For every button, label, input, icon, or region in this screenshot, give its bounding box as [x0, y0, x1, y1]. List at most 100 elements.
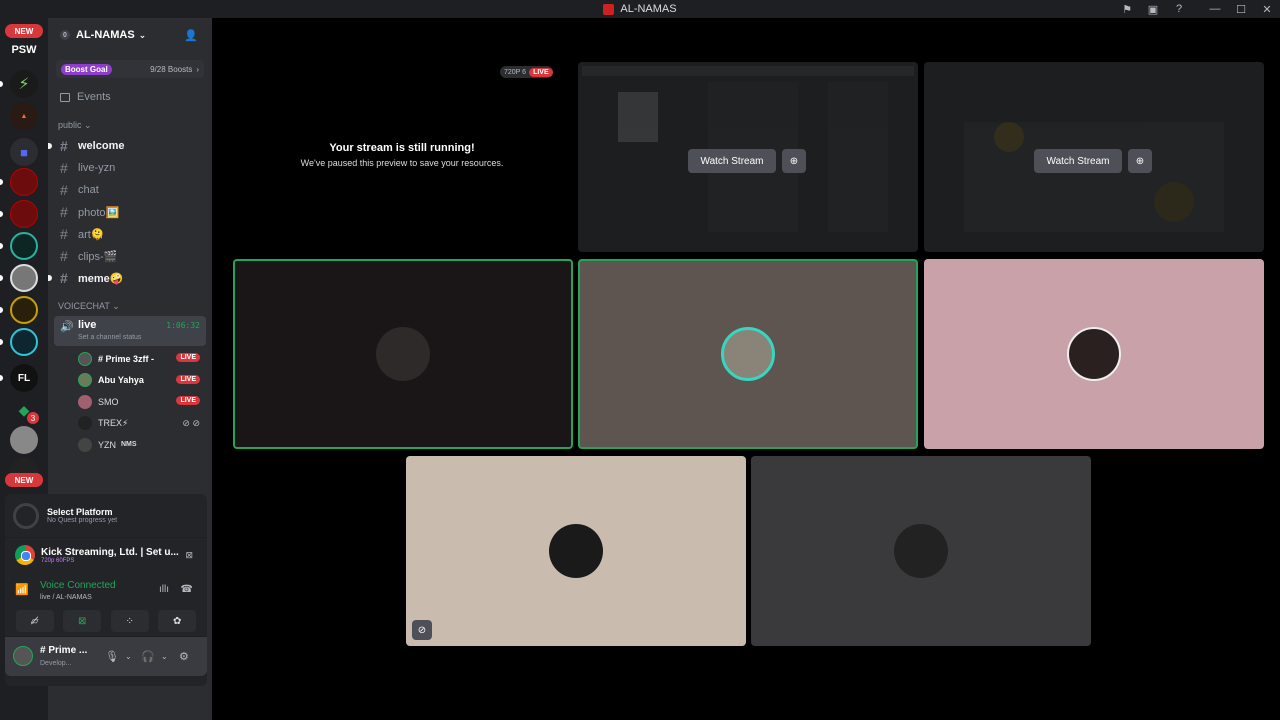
channel-clips[interactable]: # clips-🎬	[54, 245, 206, 267]
server-icon[interactable]	[10, 426, 38, 454]
watch-stream-button[interactable]: Watch Stream	[688, 149, 776, 173]
server-icon[interactable]: ⚡	[10, 70, 38, 98]
server-icon[interactable]	[10, 200, 38, 228]
avatar	[549, 524, 603, 578]
live-badge: LIVE	[176, 353, 200, 362]
folder-icon[interactable]: ■	[10, 138, 38, 166]
channel-meme[interactable]: # meme🤪	[48, 267, 206, 289]
voice-user-name: # Prime 3zff -	[98, 353, 155, 364]
channel-art[interactable]: # art🫠	[54, 223, 206, 245]
settings-gear-icon[interactable]: ⚙	[179, 650, 189, 663]
server-icon[interactable]	[10, 168, 38, 196]
stream-tile[interactable]: Watch Stream ⊕	[924, 62, 1264, 252]
channel-photo[interactable]: # photo🖼️	[54, 201, 206, 223]
help-icon[interactable]: ?	[1166, 3, 1192, 15]
signal-icon[interactable]: 📶	[15, 583, 29, 596]
hash-icon: #	[60, 204, 68, 220]
chevron-down-icon[interactable]: ⌄	[125, 652, 132, 661]
voice-connected-label[interactable]: Voice Connected	[40, 580, 116, 591]
preview-stream-button[interactable]: ⊕	[1128, 149, 1152, 173]
screen-share-button[interactable]: ⊠	[63, 610, 102, 632]
boost-goal-bar[interactable]: Boost Goal 9/28 Boosts ›	[56, 60, 204, 78]
category-voicechat[interactable]: VOICECHAT ⌄	[58, 301, 212, 312]
stream-tile[interactable]: Watch Stream ⊕	[578, 62, 918, 252]
channel-welcome[interactable]: # welcome	[48, 135, 206, 157]
voice-user[interactable]: Abu Yahya LIVE	[48, 370, 212, 392]
participant-tile[interactable]	[233, 259, 573, 449]
quest-panel[interactable]: Select Platform No Quest progress yet	[5, 494, 207, 538]
username[interactable]: # Prime ...	[40, 645, 87, 656]
inbox-icon[interactable]: ▣	[1140, 3, 1166, 16]
user-bar: # Prime ... Develop... 🎙 ⌄ 🎧 ⌄ ⚙	[5, 636, 207, 676]
participant-tile[interactable]	[924, 259, 1264, 449]
channel-name: meme🤪	[78, 272, 124, 285]
avatar	[376, 327, 430, 381]
user-tag: NMS	[121, 441, 137, 449]
chevron-right-icon: ›	[196, 64, 199, 74]
category-label: VOICECHAT	[58, 301, 110, 311]
server-fl[interactable]: FL	[10, 364, 38, 392]
magnify-icon: ⊕	[789, 155, 799, 167]
voice-user[interactable]: # Prime 3zff - LIVE	[48, 348, 212, 370]
unread-pill	[0, 81, 3, 87]
chevron-down-icon: ⌄	[138, 29, 147, 40]
server-icon[interactable]	[10, 296, 38, 324]
server-icon[interactable]: ▲	[10, 102, 38, 130]
participant-tile[interactable]	[751, 456, 1091, 646]
server-name: AL-NAMAS	[76, 29, 135, 41]
disconnect-icon[interactable]: ☎	[181, 584, 193, 595]
server-icon[interactable]	[10, 264, 38, 292]
voice-channel-live[interactable]: 🔊 live 1:06:32 Set a channel status	[54, 316, 206, 346]
avatar	[78, 437, 92, 452]
server-psw[interactable]: PSW	[0, 44, 48, 56]
chevron-down-icon[interactable]: ⌄	[161, 652, 168, 661]
camera-off-button[interactable]: ▱̸	[15, 610, 54, 632]
participant-tile[interactable]	[578, 259, 918, 449]
soundboard-button[interactable]: ✿	[158, 610, 197, 632]
close-button[interactable]: ✕	[1254, 3, 1280, 16]
invite-icon[interactable]: 👤	[184, 29, 198, 42]
voice-user[interactable]: TREX⚡ ⊘ ⊘	[48, 413, 212, 435]
server-icon[interactable]	[10, 232, 38, 260]
voice-location[interactable]: live / AL-NAMAS	[40, 594, 92, 601]
events-label: Events	[77, 91, 111, 103]
preview-stream-button[interactable]: ⊕	[782, 149, 806, 173]
notification-count: 0	[60, 30, 70, 40]
hash-icon: #	[60, 226, 68, 242]
participant-tile[interactable]: ⊘	[406, 456, 746, 646]
noise-suppression-icon[interactable]: ıllı	[159, 584, 169, 595]
channel-chat[interactable]: # chat	[54, 179, 206, 201]
hash-icon: #	[60, 182, 68, 198]
channel-live-yzn[interactable]: # live-yzn	[54, 157, 206, 179]
microphone-icon[interactable]: 🎙	[105, 650, 119, 663]
activity-panel[interactable]: Kick Streaming, Ltd. | Set u... 720p 60F…	[5, 538, 207, 572]
paused-subtitle: We've paused this preview to save your r…	[300, 158, 504, 168]
new-badge: NEW	[5, 24, 43, 38]
own-stream-tile[interactable]: 720P 6 LIVE Your stream is still running…	[232, 62, 572, 252]
category-label: public	[58, 120, 82, 130]
avatar[interactable]	[13, 646, 33, 666]
category-public[interactable]: public ⌄	[58, 120, 212, 131]
maximize-button[interactable]: ☐	[1228, 3, 1254, 16]
watch-stream-button[interactable]: Watch Stream	[1034, 149, 1122, 173]
voice-user[interactable]: SMO LIVE	[48, 391, 212, 413]
activities-button[interactable]: ⁘	[110, 610, 149, 632]
unread-pill	[0, 375, 3, 381]
events-item[interactable]: Events	[60, 88, 212, 106]
screen-share-icon: ⊠	[78, 615, 87, 627]
user-status: Develop...	[40, 660, 72, 667]
voice-user-name: Abu Yahya	[98, 375, 144, 386]
hash-icon: #	[60, 248, 68, 264]
avatar	[78, 394, 92, 409]
stop-stream-icon[interactable]: ⊠	[185, 550, 193, 561]
server-icon[interactable]	[10, 328, 38, 356]
flag-icon[interactable]: ⚑	[1114, 3, 1140, 16]
activities-icon: ⁘	[125, 615, 134, 627]
server-header[interactable]: 0 AL-NAMAS ⌄ 👤	[48, 18, 212, 52]
channel-name: photo🖼️	[78, 206, 120, 219]
headphones-icon[interactable]: 🎧	[141, 650, 155, 663]
voice-user[interactable]: YZN NMS	[48, 434, 212, 456]
window-title: AL-NAMAS	[620, 3, 677, 15]
channel-status-hint[interactable]: Set a channel status	[78, 334, 141, 341]
minimize-button[interactable]: —	[1202, 3, 1228, 15]
